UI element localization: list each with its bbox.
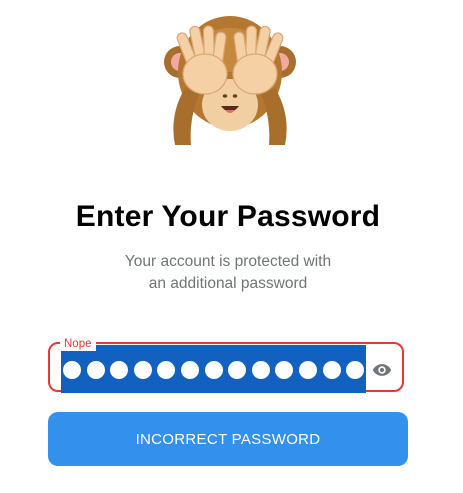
password-mask-dot [86,361,105,379]
password-mask-dot [251,361,270,379]
page-title: Enter Your Password [75,200,381,233]
password-screen: Enter Your Password Your account is prot… [0,0,463,493]
password-mask-dot [204,361,223,379]
password-mask-dot [133,361,152,379]
password-input[interactable] [63,361,365,379]
subtitle-line-1: Your account is protected with [124,253,332,270]
password-mask-dot [346,361,365,379]
password-mask-dot [275,361,294,379]
password-field-label: Nope [60,337,96,351]
password-mask-dot [228,361,247,379]
password-mask-dot [322,361,341,379]
incorrect-password-button[interactable]: INCORRECT PASSWORD [48,412,408,466]
password-mask-dot [157,361,176,379]
password-mask-dot [63,361,81,379]
password-mask-dot [298,361,317,379]
see-no-evil-monkey-icon [164,16,296,145]
eye-icon[interactable] [371,360,393,380]
password-mask-dot [180,361,199,379]
password-mask-dot [110,361,129,379]
subtitle-line-2: an additional password [148,275,308,292]
